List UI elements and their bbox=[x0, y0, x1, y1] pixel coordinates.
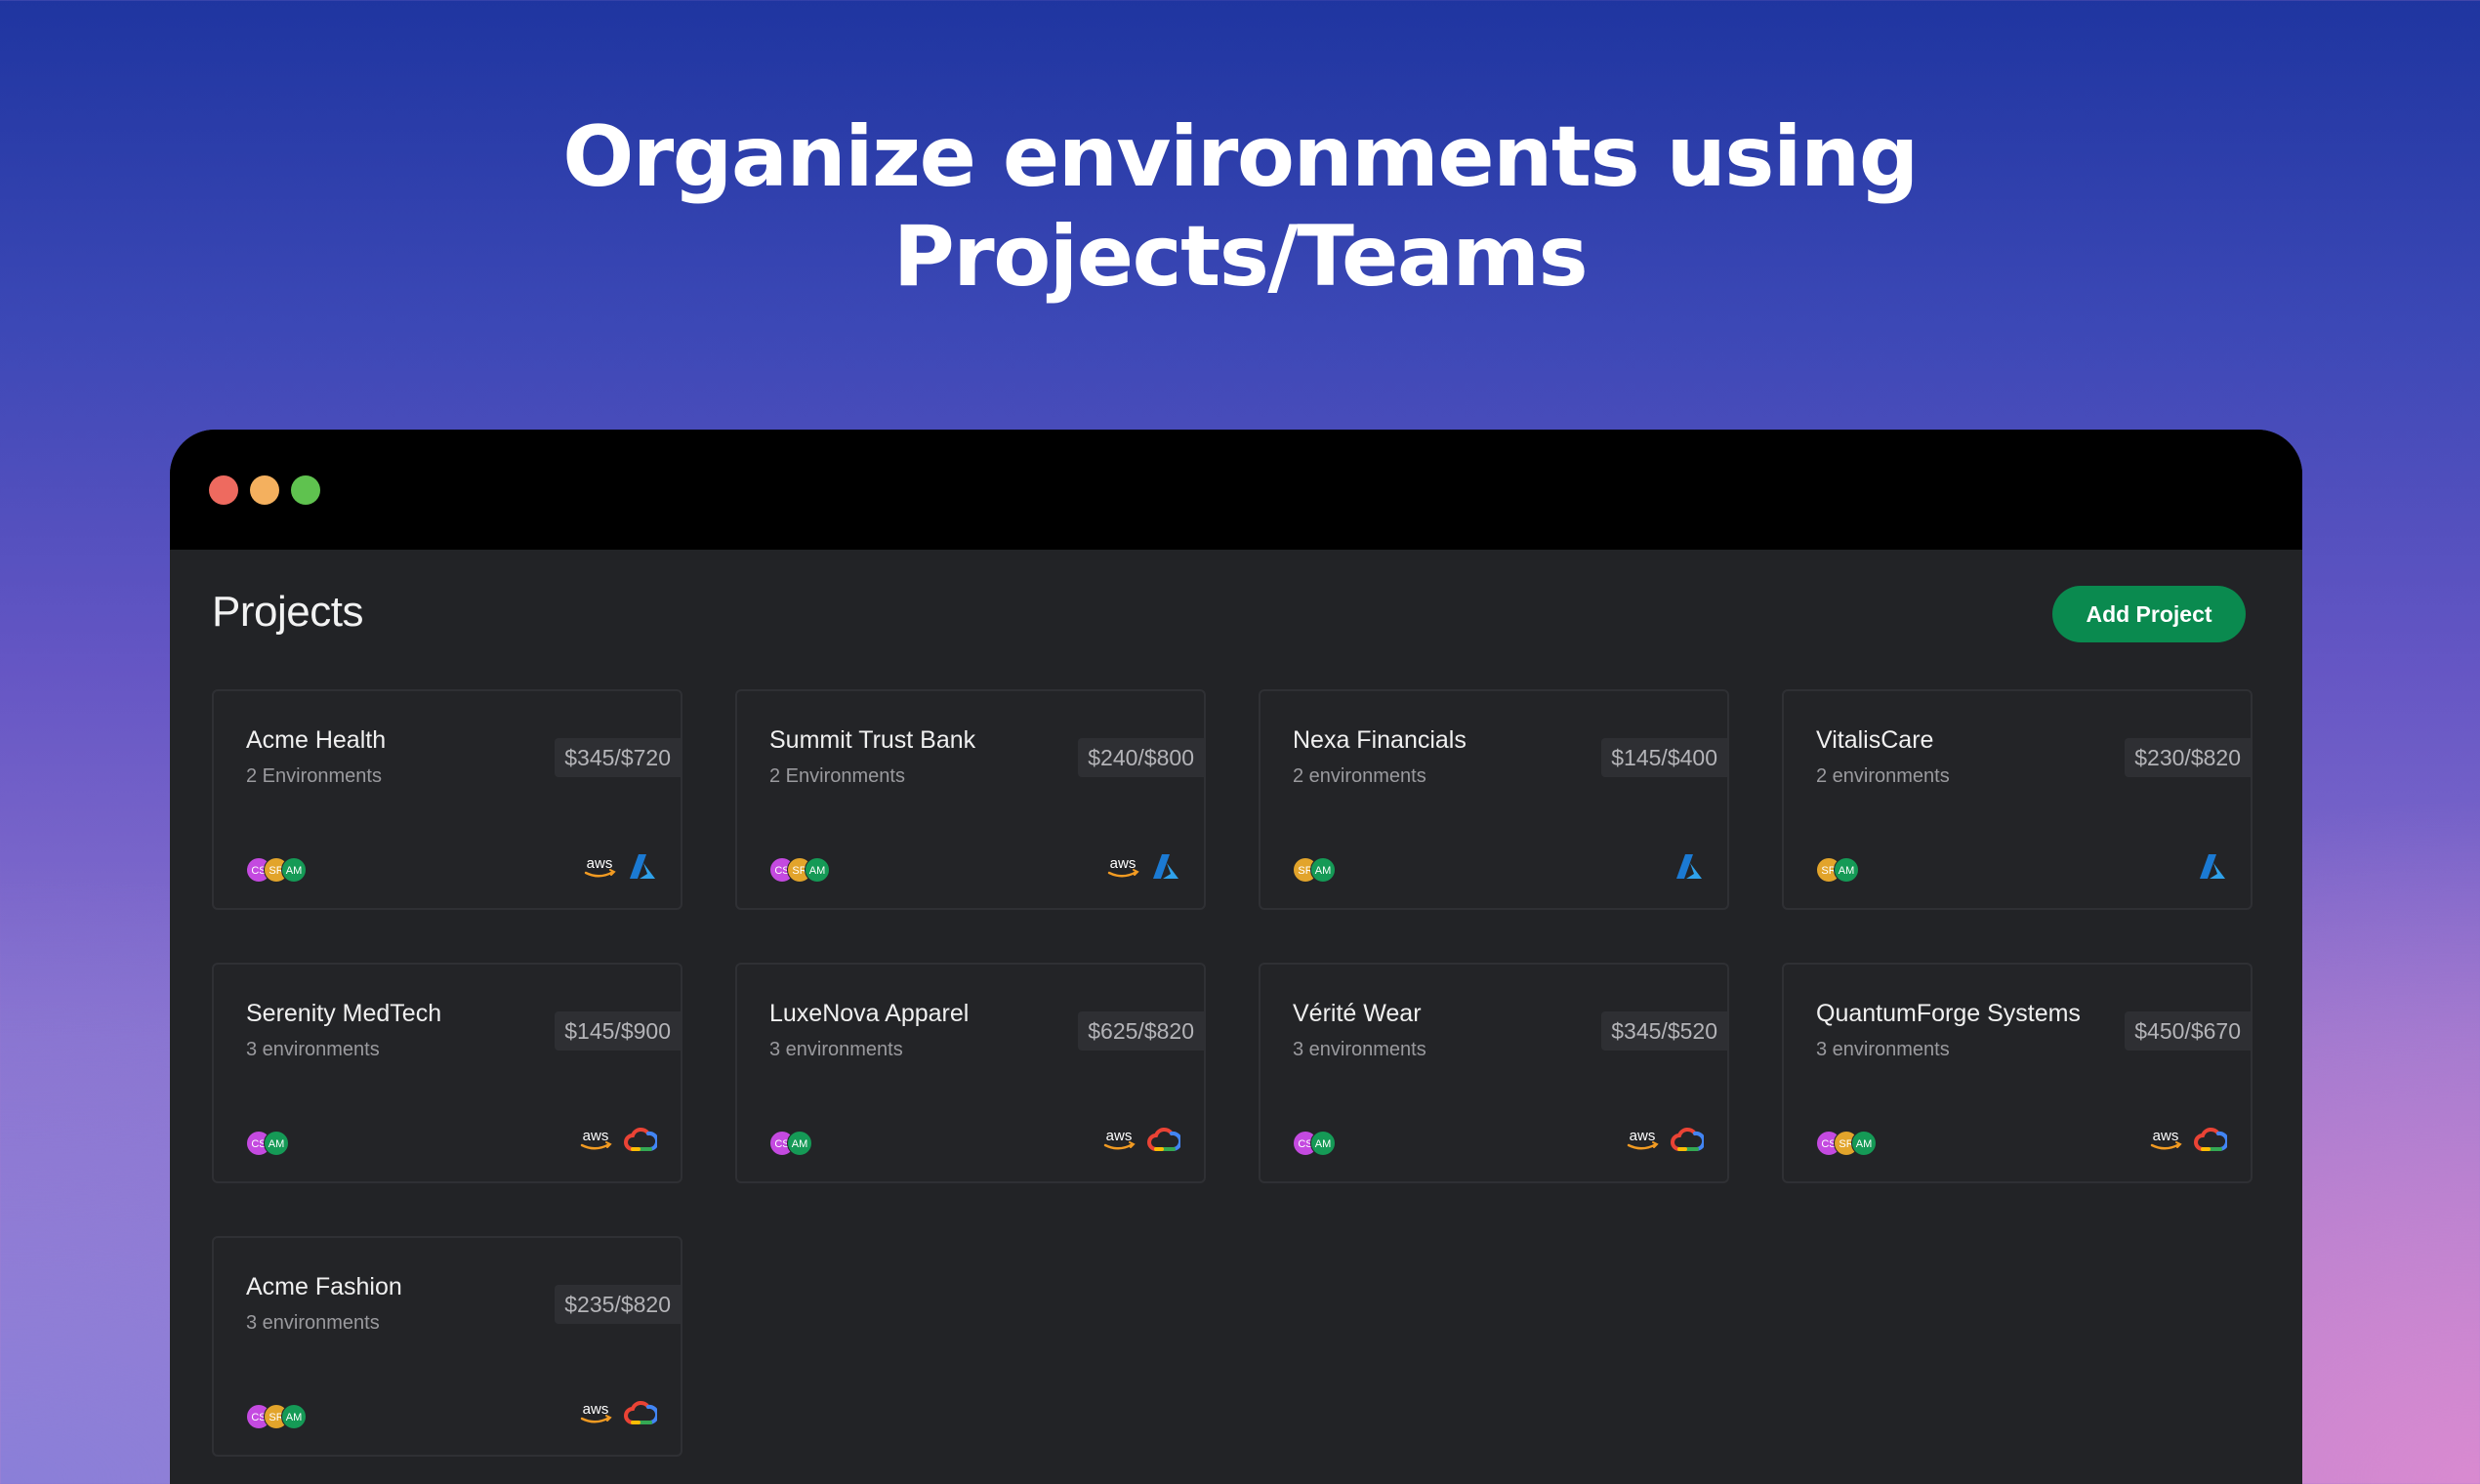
budget-badge: $230/$820 bbox=[2125, 738, 2251, 777]
project-card[interactable]: Nexa Financials 2 environments $145/$400 SR… bbox=[1259, 689, 1729, 910]
svg-text:aws: aws bbox=[583, 1401, 609, 1418]
project-card[interactable]: Vérité Wear 3 environments $345/$520 CS AM a… bbox=[1259, 963, 1729, 1183]
project-card[interactable]: Acme Health 2 Environments $345/$720 CS SR AM… bbox=[212, 689, 682, 910]
avatar[interactable]: AM bbox=[264, 1131, 289, 1156]
svg-text:aws: aws bbox=[583, 1128, 609, 1144]
window-titlebar bbox=[170, 430, 2302, 550]
environment-count: 3 environments bbox=[769, 1039, 903, 1060]
headline: Organize environments using Projects/Tea… bbox=[0, 107, 2480, 307]
member-avatars: SR AM bbox=[1816, 857, 1859, 883]
project-name: Nexa Financials bbox=[1293, 726, 1467, 754]
budget-badge: $145/$900 bbox=[555, 1011, 681, 1051]
google-cloud-icon bbox=[1147, 1128, 1180, 1151]
member-avatars: CS AM bbox=[769, 1131, 812, 1156]
svg-text:aws: aws bbox=[1110, 855, 1137, 872]
member-avatars: CS SR AM bbox=[246, 857, 307, 883]
cloud-providers: aws bbox=[577, 1399, 657, 1426]
project-name: Acme Fashion bbox=[246, 1273, 402, 1300]
aws-icon: aws bbox=[584, 855, 616, 878]
cloud-providers: aws bbox=[1104, 852, 1180, 882]
member-avatars: CS AM bbox=[246, 1131, 289, 1156]
cloud-providers: aws bbox=[577, 1126, 657, 1153]
project-name: Acme Health bbox=[246, 726, 387, 754]
environment-count: 3 environments bbox=[246, 1039, 380, 1060]
aws-icon: aws bbox=[2150, 1128, 2182, 1150]
project-name: QuantumForge Systems bbox=[1816, 1000, 2081, 1027]
environment-count: 3 environments bbox=[246, 1312, 380, 1334]
budget-badge: $345/$720 bbox=[555, 738, 681, 777]
minimize-window-button[interactable] bbox=[250, 475, 279, 505]
aws-icon: aws bbox=[580, 1401, 612, 1423]
environment-count: 3 environments bbox=[1293, 1039, 1426, 1060]
svg-text:aws: aws bbox=[1106, 1128, 1133, 1144]
avatar[interactable]: AM bbox=[1834, 857, 1859, 883]
avatar[interactable]: AM bbox=[787, 1131, 812, 1156]
window-controls bbox=[209, 475, 320, 505]
maximize-window-button[interactable] bbox=[291, 475, 320, 505]
environment-count: 2 environments bbox=[1293, 765, 1426, 787]
google-cloud-icon bbox=[624, 1128, 657, 1151]
azure-icon bbox=[1153, 854, 1178, 879]
member-avatars: CS SR AM bbox=[1816, 1131, 1877, 1156]
budget-badge: $240/$800 bbox=[1078, 738, 1204, 777]
aws-icon: aws bbox=[580, 1128, 612, 1150]
avatar[interactable]: AM bbox=[1310, 1131, 1336, 1156]
svg-text:aws: aws bbox=[1630, 1128, 1656, 1144]
aws-icon: aws bbox=[1107, 855, 1139, 878]
project-card[interactable]: VitalisCare 2 environments $230/$820 SR AM bbox=[1782, 689, 2253, 910]
member-avatars: CS SR AM bbox=[769, 857, 830, 883]
svg-text:aws: aws bbox=[2153, 1128, 2179, 1144]
page-title: Projects bbox=[212, 588, 363, 636]
cloud-providers: aws bbox=[1624, 1126, 1704, 1153]
google-cloud-icon bbox=[1671, 1128, 1704, 1151]
cloud-providers bbox=[1674, 852, 1704, 882]
project-name: LuxeNova Apparel bbox=[769, 1000, 970, 1027]
member-avatars: SR AM bbox=[1293, 857, 1336, 883]
cloud-providers: aws bbox=[2147, 1126, 2227, 1153]
headline-line-1: Organize environments using bbox=[562, 108, 1919, 206]
app-window: Projects Add Project Acme Health 2 Enviro… bbox=[170, 430, 2302, 1484]
environment-count: 2 environments bbox=[1816, 765, 1950, 787]
budget-badge: $625/$820 bbox=[1078, 1011, 1204, 1051]
project-card[interactable]: Summit Trust Bank 2 Environments $240/$800… bbox=[735, 689, 1206, 910]
cloud-providers bbox=[2198, 852, 2227, 882]
project-name: Serenity MedTech bbox=[246, 1000, 442, 1027]
budget-badge: $450/$670 bbox=[2125, 1011, 2251, 1051]
avatar[interactable]: AM bbox=[805, 857, 830, 883]
project-card[interactable]: Serenity MedTech 3 environments $145/$900 C… bbox=[212, 963, 682, 1183]
project-card[interactable]: QuantumForge Systems 3 environments $450/$… bbox=[1782, 963, 2253, 1183]
avatar[interactable]: AM bbox=[281, 857, 307, 883]
google-cloud-icon bbox=[624, 1401, 657, 1424]
avatar[interactable]: AM bbox=[281, 1404, 307, 1429]
avatar[interactable]: AM bbox=[1310, 857, 1336, 883]
project-name: VitalisCare bbox=[1816, 726, 1934, 754]
member-avatars: CS AM bbox=[1293, 1131, 1336, 1156]
project-name: Summit Trust Bank bbox=[769, 726, 976, 754]
budget-badge: $235/$820 bbox=[555, 1285, 681, 1324]
azure-icon bbox=[630, 854, 655, 879]
aws-icon: aws bbox=[1627, 1128, 1659, 1150]
budget-badge: $145/$400 bbox=[1601, 738, 1727, 777]
project-card[interactable]: Acme Fashion 3 environments $235/$820 CS SR A… bbox=[212, 1236, 682, 1457]
aws-icon: aws bbox=[1103, 1128, 1136, 1150]
environment-count: 2 Environments bbox=[246, 765, 382, 787]
google-cloud-icon bbox=[2194, 1128, 2227, 1151]
budget-badge: $345/$520 bbox=[1601, 1011, 1727, 1051]
add-project-button[interactable]: Add Project bbox=[2052, 586, 2246, 642]
headline-line-2: Projects/Teams bbox=[892, 208, 1589, 306]
project-card[interactable]: LuxeNova Apparel 3 environments $625/$820 C… bbox=[735, 963, 1206, 1183]
environment-count: 2 Environments bbox=[769, 765, 905, 787]
avatar[interactable]: AM bbox=[1851, 1131, 1877, 1156]
cloud-providers: aws bbox=[1100, 1126, 1180, 1153]
close-window-button[interactable] bbox=[209, 475, 238, 505]
cloud-providers: aws bbox=[581, 852, 657, 882]
svg-text:aws: aws bbox=[587, 855, 613, 872]
azure-icon bbox=[1676, 854, 1702, 879]
member-avatars: CS SR AM bbox=[246, 1404, 307, 1429]
project-name: Vérité Wear bbox=[1293, 1000, 1422, 1027]
environment-count: 3 environments bbox=[1816, 1039, 1950, 1060]
azure-icon bbox=[2200, 854, 2225, 879]
